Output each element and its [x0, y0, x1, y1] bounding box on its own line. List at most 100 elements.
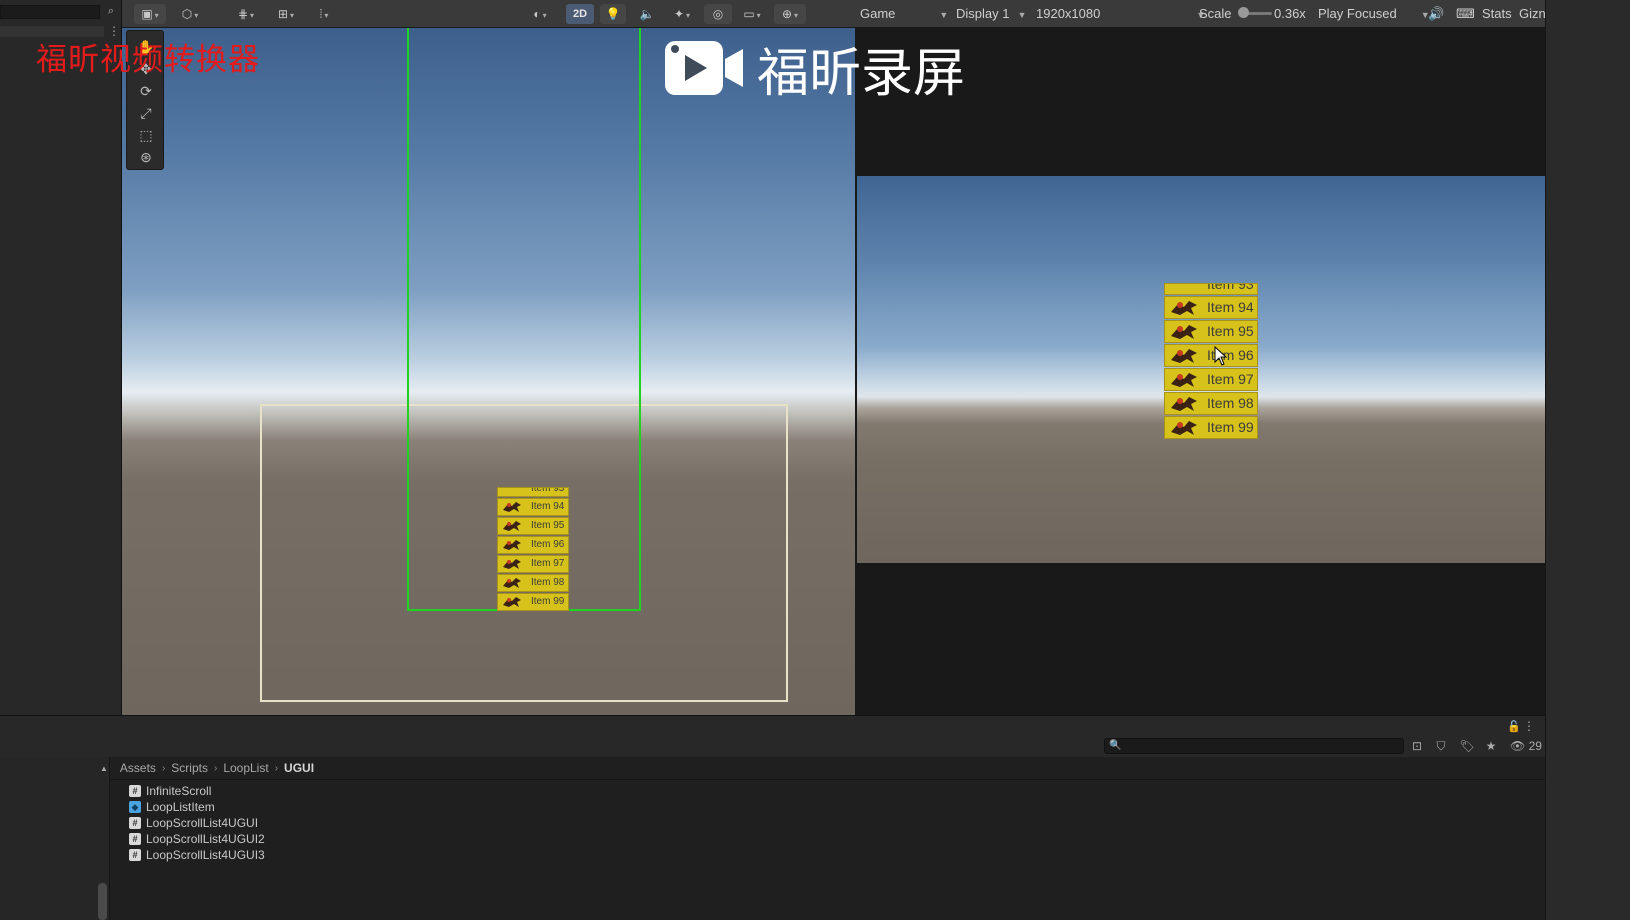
asset-item-loopscrolllist4ugui2[interactable]: # LoopScrollList4UGUI2 [129, 831, 265, 847]
list-item: Item 99 [497, 593, 569, 611]
transform-tool-icon[interactable]: ⊛ [133, 147, 159, 167]
search-by-label-icon[interactable]: ⛉ [1432, 738, 1450, 754]
breadcrumb: ▲ Assets › Scripts › LoopList › UGUI [100, 759, 314, 777]
search-icon: 🔍 [1109, 740, 1122, 751]
script-icon: # [129, 833, 141, 845]
scale-label: Scale [1199, 6, 1232, 21]
script-icon: # [129, 817, 141, 829]
list-item[interactable]: Item 95 [1164, 320, 1258, 343]
asset-name: LoopScrollList4UGUI [146, 816, 259, 830]
character-icon [1171, 301, 1197, 315]
scale-value: 0.36x [1274, 6, 1306, 21]
breadcrumb-scripts[interactable]: Scripts [171, 761, 208, 775]
stats-button[interactable]: Stats [1482, 5, 1512, 23]
list-item[interactable]: Item 97 [1164, 368, 1258, 391]
gizmos-button[interactable]: Gizn [1519, 5, 1545, 23]
character-icon [1171, 397, 1197, 411]
list-item[interactable]: Item 99 [1164, 416, 1258, 439]
list-item[interactable]: Item 94 [1164, 296, 1258, 319]
scene-item-list: Item 93 Item 94 Item 95 Item 96 Item 97 … [497, 487, 569, 612]
character-icon [1171, 349, 1197, 363]
breadcrumb-assets[interactable]: Assets [120, 761, 156, 775]
hierarchy-search-input[interactable] [0, 5, 100, 19]
audio-icon[interactable]: 🔈 [634, 4, 660, 24]
play-mode-dropdown[interactable]: Play Focused ▼ [1318, 5, 1430, 23]
converter-watermark: 福昕视频转换器 [36, 42, 260, 78]
visibility-icon[interactable]: ◎ [704, 4, 732, 24]
chevron-right-icon: › [274, 762, 279, 774]
asset-item-looplistitem[interactable]: ◆ LoopListItem [129, 799, 265, 815]
hidden-packages-count[interactable]: 👁 29 [1510, 738, 1542, 754]
character-icon [503, 502, 521, 512]
panel-divider[interactable]: 🔓 ⋮ [0, 715, 1545, 735]
character-icon [1171, 325, 1197, 339]
list-item: Item 93 [497, 487, 569, 497]
breadcrumb-ugui[interactable]: UGUI [284, 761, 314, 775]
asset-name: LoopScrollList4UGUI2 [146, 832, 265, 846]
folder-tree-scrollbar[interactable] [98, 883, 107, 920]
list-item[interactable]: Item 93 [1164, 283, 1258, 295]
lighting-icon[interactable]: 💡 [600, 4, 626, 24]
breadcrumb-looplist[interactable]: LoopList [223, 761, 268, 775]
game-tab[interactable]: Game ▼ [860, 5, 948, 23]
camera-icon[interactable]: ▭ ▾ [736, 4, 768, 24]
scale-slider-handle[interactable] [1238, 7, 1249, 18]
scene-view[interactable]: ✋ ✥ ⟳ ⤢ ⬚ ⊛ Item 93 Item 94 Item 95 Item… [122, 28, 855, 715]
project-panel: 🔍 ⊡ ⛉ 🏷 ★ 👁 29 ▲ Assets › Scripts › Loop… [0, 735, 1545, 920]
tool-handle-button[interactable]: ▣ ▾ [134, 4, 166, 24]
label-tag-icon[interactable]: 🏷 [1458, 738, 1476, 754]
grid-snap-button[interactable]: ⋕ ▾ [230, 4, 262, 24]
list-item[interactable]: Item 98 [1164, 392, 1258, 415]
recorder-logo-icon [665, 41, 743, 95]
character-icon [1171, 421, 1197, 435]
game-item-list[interactable]: Item 93 Item 94 Item 95 Item 96 Item 97 [1164, 283, 1258, 440]
effects-icon[interactable]: ✦ ▾ [666, 4, 698, 24]
chevron-right-icon: › [213, 762, 218, 774]
rect-tool-icon[interactable]: ⬚ [133, 125, 159, 145]
resolution-dropdown[interactable]: 1920x1080 ▼ [1036, 5, 1205, 23]
align-button[interactable]: ⦙ ▾ [308, 4, 340, 24]
shading-mode-button[interactable]: ◐ ▾ [524, 4, 556, 24]
project-folder-tree[interactable] [0, 757, 110, 920]
display-dropdown[interactable]: Display 1 ▼ [956, 5, 1026, 23]
rotate-tool-icon[interactable]: ⟳ [133, 81, 159, 101]
collapse-icon[interactable]: ▲ [100, 764, 108, 773]
gizmos-icon[interactable]: ⊕ ▾ [774, 4, 806, 24]
list-item: Item 98 [497, 574, 569, 592]
asset-item-loopscrolllist4ugui[interactable]: # LoopScrollList4UGUI [129, 815, 265, 831]
unity-editor: ⌕ ⋮ ▣ ▾ ⬡ ▾ ⋕ ▾ ⊞ ▾ ⦙ ▾ ◐ ▾ 2D 💡 🔈 ✦ ▾ ◎ ▭ ▾ ⊕ ▾ … [0, 0, 1630, 920]
recorder-watermark-text: 福昕录屏 [757, 43, 966, 104]
character-icon [503, 559, 521, 569]
scale-tool-icon[interactable]: ⤢ [133, 103, 159, 123]
asset-list: # InfiniteScroll ◆ LoopListItem # LoopSc… [129, 783, 265, 863]
increment-snap-button[interactable]: ⊞ ▾ [270, 4, 302, 24]
asset-name: InfiniteScroll [146, 784, 212, 798]
character-icon [503, 540, 521, 550]
hierarchy-search-icon[interactable]: ⌕ [104, 4, 118, 18]
game-view: Item 93 Item 94 Item 95 Item 96 Item 97 [855, 28, 1545, 715]
mode-2d-button[interactable]: 2D [566, 4, 594, 24]
mouse-cursor-icon [1214, 346, 1228, 366]
panel-menu-icon[interactable]: ⋮ [1523, 719, 1535, 733]
hierarchy-strip: ⌕ ⋮ [0, 0, 122, 715]
keyboard-icon[interactable]: ⌨ [1456, 5, 1475, 23]
pivot-button[interactable]: ⬡ ▾ [174, 4, 206, 24]
asset-item-infinitescroll[interactable]: # InfiniteScroll [129, 783, 265, 799]
recorder-watermark: 福昕录屏 [665, 38, 965, 104]
favorite-star-icon[interactable]: ★ [1482, 738, 1500, 754]
mute-audio-icon[interactable]: 🔊 [1428, 5, 1444, 23]
breadcrumb-divider [110, 779, 1545, 780]
list-item[interactable]: Item 96 [1164, 344, 1258, 367]
project-search-input[interactable]: 🔍 [1104, 738, 1404, 754]
asset-item-loopscrolllist4ugui3[interactable]: # LoopScrollList4UGUI3 [129, 847, 265, 863]
list-item: Item 97 [497, 555, 569, 573]
hidden-count-label: 29 [1528, 739, 1542, 753]
asset-name: LoopListItem [146, 800, 215, 814]
lock-icon[interactable]: 🔓 [1507, 720, 1521, 733]
prefab-cube-icon: ◆ [129, 801, 141, 813]
character-icon [503, 521, 521, 531]
search-by-type-icon[interactable]: ⊡ [1408, 738, 1426, 754]
chevron-right-icon: › [161, 762, 166, 774]
list-item: Item 96 [497, 536, 569, 554]
game-render-area[interactable]: Item 93 Item 94 Item 95 Item 96 Item 97 [857, 176, 1545, 563]
